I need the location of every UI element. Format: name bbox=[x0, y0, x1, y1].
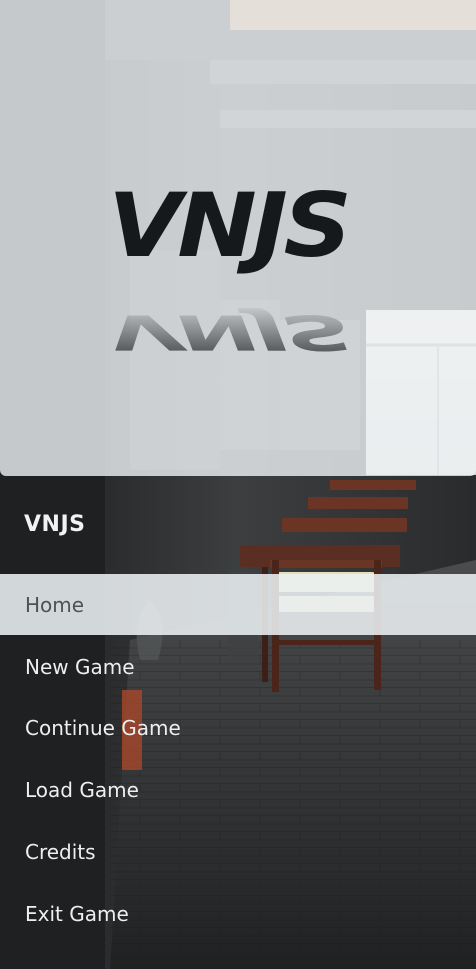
menu-item-label: New Game bbox=[25, 654, 135, 679]
menu-item-exit-game[interactable]: Exit Game bbox=[0, 883, 476, 944]
menu-item-new-game[interactable]: New Game bbox=[0, 636, 476, 697]
hero-panel: VNJS VNJS bbox=[0, 0, 476, 476]
menu-item-label: Continue Game bbox=[25, 715, 181, 740]
menu-item-load-game[interactable]: Load Game bbox=[0, 759, 476, 820]
logo-text: VNJS bbox=[108, 174, 352, 277]
menu-item-label: Exit Game bbox=[25, 901, 129, 926]
menu-header: VNJS bbox=[24, 512, 86, 537]
menu-item-continue-game[interactable]: Continue Game bbox=[0, 697, 476, 758]
main-menu: VNJS Home New Game Continue Game Load Ga… bbox=[0, 476, 476, 969]
menu-item-label: Home bbox=[25, 592, 85, 617]
logo-reflection: VNJS bbox=[108, 304, 348, 361]
menu-item-home[interactable]: Home bbox=[0, 574, 476, 635]
menu-item-credits[interactable]: Credits bbox=[0, 821, 476, 882]
menu-item-label: Credits bbox=[25, 839, 96, 864]
logo: VNJS VNJS bbox=[0, 174, 476, 361]
app-root: VNJS VNJS VNJS Home New Game Continue Ga… bbox=[0, 0, 476, 969]
menu-item-label: Load Game bbox=[25, 777, 139, 802]
